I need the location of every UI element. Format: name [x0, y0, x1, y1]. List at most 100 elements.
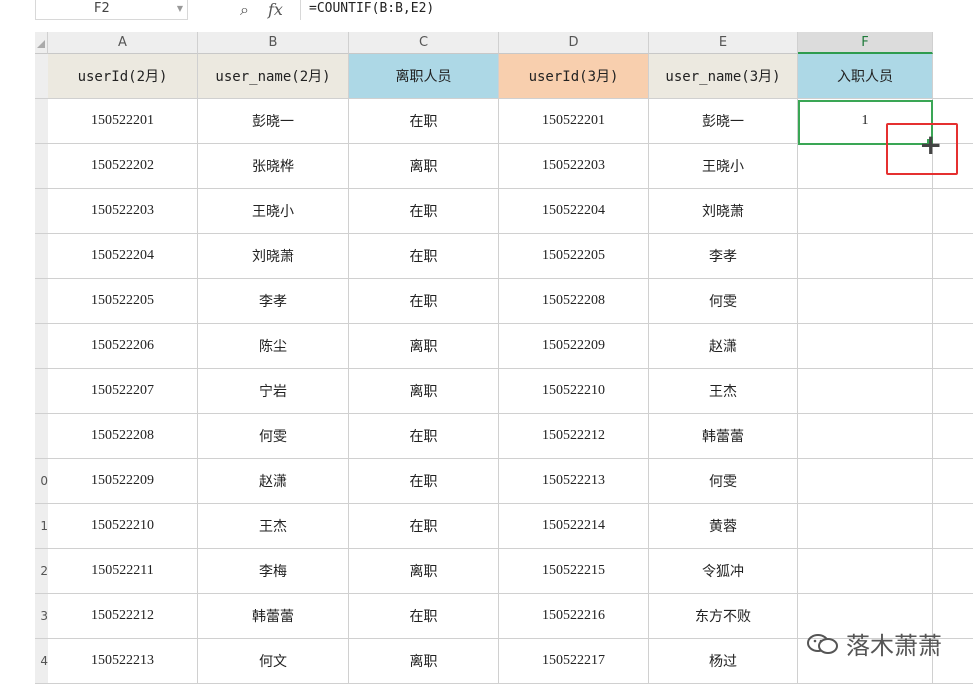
cell[interactable]: 陈尘	[198, 324, 349, 369]
cell[interactable]: 在职	[349, 99, 499, 144]
cell[interactable]: 李孝	[649, 234, 798, 279]
cell[interactable]	[798, 189, 933, 234]
cell[interactable]: 令狐冲	[649, 549, 798, 594]
cell[interactable]: 王晓小	[649, 144, 798, 189]
cell[interactable]	[933, 189, 973, 234]
row-header[interactable]	[35, 279, 48, 324]
cell[interactable]: 150522201	[48, 99, 198, 144]
cell[interactable]: 150522216	[499, 594, 649, 639]
row-header[interactable]	[35, 189, 48, 234]
cell[interactable]	[798, 324, 933, 369]
cell[interactable]: 刘晓萧	[649, 189, 798, 234]
cell[interactable]: 韩蕾蕾	[649, 414, 798, 459]
cell[interactable]	[798, 459, 933, 504]
chevron-down-icon[interactable]: ▼	[177, 4, 183, 13]
cell[interactable]	[798, 234, 933, 279]
cell[interactable]: 彭晓一	[198, 99, 349, 144]
cell[interactable]	[933, 324, 973, 369]
cell[interactable]: 150522203	[48, 189, 198, 234]
cell[interactable]: 离职	[349, 549, 499, 594]
column-header-f[interactable]: F	[798, 32, 933, 54]
cell[interactable]: 150522205	[499, 234, 649, 279]
header-cell[interactable]: user_name(3月)	[649, 54, 798, 99]
cell[interactable]: 赵潇	[198, 459, 349, 504]
cell[interactable]: 在职	[349, 414, 499, 459]
cell[interactable]	[798, 504, 933, 549]
cell[interactable]: 150522212	[48, 594, 198, 639]
cell[interactable]: 在职	[349, 234, 499, 279]
cell[interactable]: 150522208	[48, 414, 198, 459]
cell[interactable]: 何雯	[649, 459, 798, 504]
row-header[interactable]: 4	[35, 639, 48, 684]
cell[interactable]	[933, 369, 973, 414]
cell[interactable]	[798, 279, 933, 324]
cell[interactable]: 韩蕾蕾	[198, 594, 349, 639]
cell[interactable]	[933, 504, 973, 549]
cell[interactable]: 150522210	[48, 504, 198, 549]
header-cell[interactable]: user_name(2月)	[198, 54, 349, 99]
cell[interactable]: 黄蓉	[649, 504, 798, 549]
cell[interactable]: 150522215	[499, 549, 649, 594]
select-all-corner[interactable]	[35, 32, 48, 54]
row-header[interactable]	[35, 369, 48, 414]
cell[interactable]	[798, 549, 933, 594]
header-cell[interactable]: userId(3月)	[499, 54, 649, 99]
cell[interactable]: 王晓小	[198, 189, 349, 234]
cell[interactable]: 刘晓萧	[198, 234, 349, 279]
row-header[interactable]	[35, 234, 48, 279]
row-header[interactable]	[35, 99, 48, 144]
row-header[interactable]	[35, 414, 48, 459]
cell[interactable]: 王杰	[649, 369, 798, 414]
cell[interactable]: 李孝	[198, 279, 349, 324]
cell[interactable]	[933, 279, 973, 324]
cell[interactable]	[933, 54, 973, 99]
cell[interactable]: 在职	[349, 189, 499, 234]
column-header-c[interactable]: C	[349, 32, 499, 54]
cell[interactable]: 张晓桦	[198, 144, 349, 189]
cell[interactable]: 在职	[349, 459, 499, 504]
header-cell[interactable]: userId(2月)	[48, 54, 198, 99]
cell[interactable]: 何雯	[198, 414, 349, 459]
cell[interactable]: 150522213	[499, 459, 649, 504]
cell[interactable]: 赵潇	[649, 324, 798, 369]
cell[interactable]: 在职	[349, 504, 499, 549]
row-header[interactable]: 1	[35, 504, 48, 549]
name-box[interactable]: F2 ▼	[35, 0, 188, 20]
cell[interactable]: 王杰	[198, 504, 349, 549]
cell[interactable]: 150522202	[48, 144, 198, 189]
formula-input[interactable]: =COUNTIF(B:B,E2)	[300, 0, 974, 20]
cell[interactable]	[798, 414, 933, 459]
cell[interactable]: 在职	[349, 279, 499, 324]
row-header[interactable]: 2	[35, 549, 48, 594]
cell[interactable]: 150522210	[499, 369, 649, 414]
cell[interactable]: 150522205	[48, 279, 198, 324]
cell[interactable]: 杨过	[649, 639, 798, 684]
cell[interactable]: 150522213	[48, 639, 198, 684]
cell[interactable]: 150522214	[499, 504, 649, 549]
cell[interactable]: 150522201	[499, 99, 649, 144]
cell[interactable]: 宁岩	[198, 369, 349, 414]
cell[interactable]: 在职	[349, 594, 499, 639]
cell[interactable]	[933, 414, 973, 459]
cell[interactable]: 150522217	[499, 639, 649, 684]
column-header-a[interactable]: A	[48, 32, 198, 54]
cell[interactable]	[798, 369, 933, 414]
cell[interactable]	[933, 459, 973, 504]
cell[interactable]: 何雯	[649, 279, 798, 324]
cell[interactable]: 何文	[198, 639, 349, 684]
zoom-icon[interactable]: ⌕	[240, 0, 249, 20]
cell[interactable]: 离职	[349, 369, 499, 414]
cell[interactable]: 150522208	[499, 279, 649, 324]
header-cell[interactable]: 入职人员	[798, 54, 933, 99]
cell[interactable]: 李梅	[198, 549, 349, 594]
row-header[interactable]	[35, 324, 48, 369]
column-header-b[interactable]: B	[198, 32, 349, 54]
cell[interactable]: 彭晓一	[649, 99, 798, 144]
cell[interactable]: 150522211	[48, 549, 198, 594]
cell[interactable]: 150522204	[499, 189, 649, 234]
row-header[interactable]: 3	[35, 594, 48, 639]
cell[interactable]: 150522209	[48, 459, 198, 504]
cell[interactable]: 150522204	[48, 234, 198, 279]
row-header[interactable]	[35, 54, 48, 99]
cell[interactable]: 东方不败	[649, 594, 798, 639]
